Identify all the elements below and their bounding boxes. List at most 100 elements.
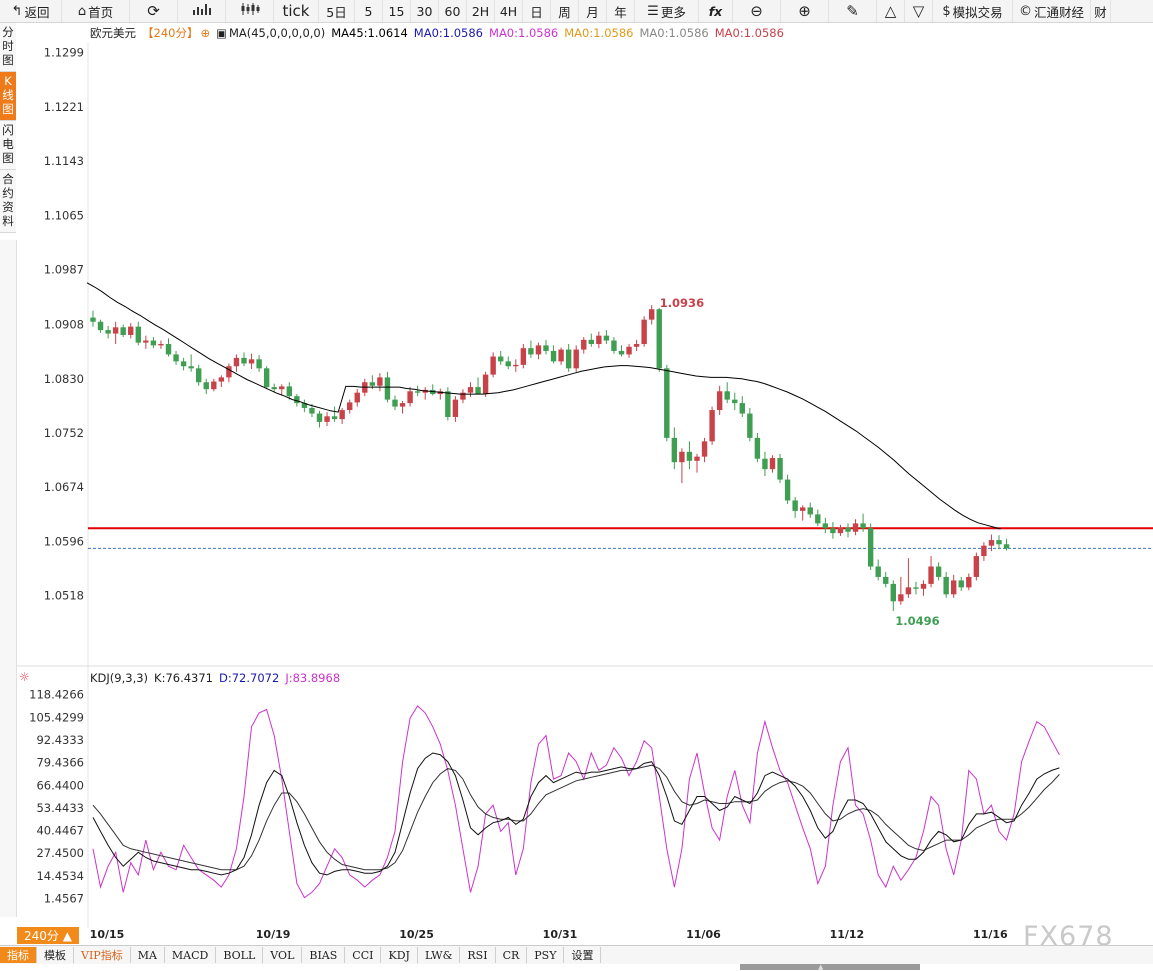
candle-body — [135, 326, 141, 343]
refresh-icon: ⟳ — [147, 2, 160, 20]
kdj-tab[interactable]: KDJ — [381, 947, 418, 963]
triangle-up-icon: △ — [884, 2, 897, 20]
candle-body — [815, 514, 821, 524]
candle-body — [377, 377, 383, 386]
candle-body — [739, 403, 745, 414]
ma-tab[interactable]: MA — [131, 947, 165, 963]
truncated-button[interactable]: 财 — [1091, 0, 1111, 22]
candle-body — [90, 317, 96, 322]
candle-body — [528, 348, 534, 355]
candle-body — [211, 381, 217, 390]
indicator-tab[interactable]: 指标 — [0, 947, 37, 963]
bias-tab[interactable]: BIAS — [302, 947, 346, 963]
settings-tab[interactable]: 设置 — [564, 947, 602, 963]
period-month[interactable]: 月 — [579, 0, 607, 22]
home-icon: ⌂ — [77, 3, 87, 19]
candle-body — [218, 377, 225, 382]
boll-tab[interactable]: BOLL — [216, 947, 264, 963]
cci-tab[interactable]: CCI — [345, 947, 382, 963]
candle-body — [498, 356, 504, 362]
down-triangle-button[interactable]: ▽ — [905, 0, 933, 22]
up-triangle-button[interactable]: △ — [877, 0, 905, 22]
candle-body — [452, 399, 459, 418]
back-button[interactable]: ↰ 返回 — [0, 0, 62, 22]
candle-body — [165, 344, 172, 355]
rsi-tab[interactable]: RSI — [460, 947, 496, 963]
refresh-button[interactable]: ⟳ — [130, 0, 178, 22]
candle-body — [596, 335, 602, 344]
tick-button[interactable]: tick — [274, 0, 319, 22]
period-year[interactable]: 年 — [607, 0, 635, 22]
cr-tab[interactable]: CR — [496, 947, 528, 963]
ma-settings-icon[interactable]: ▣ — [216, 26, 227, 40]
candle-body — [233, 357, 240, 367]
draw-button[interactable]: ✎ — [829, 0, 877, 22]
candle-body — [875, 566, 881, 577]
huitong-button[interactable]: © 汇通财经 — [1013, 0, 1091, 22]
date-tick-label: 11/12 — [830, 928, 865, 941]
date-tick-label: 10/31 — [543, 928, 578, 941]
period-5[interactable]: 5 — [355, 0, 383, 22]
candle-style-button[interactable] — [226, 0, 274, 22]
price-tick-label: 1.0987 — [44, 263, 84, 277]
candle-body — [173, 354, 179, 362]
template-tab[interactable]: 模板 — [37, 947, 74, 963]
logo-icon: © — [1019, 3, 1032, 19]
candle-body — [196, 368, 202, 383]
vol-tab[interactable]: VOL — [263, 947, 303, 963]
candle-body — [392, 399, 398, 407]
candle-body — [550, 350, 557, 362]
candle-body — [716, 391, 723, 411]
period-week[interactable]: 周 — [551, 0, 579, 22]
macd-tab[interactable]: MACD — [165, 947, 217, 963]
candle-body — [800, 507, 806, 511]
more-button[interactable]: ☰ 更多 — [635, 0, 699, 22]
kdj-tick-label: 14.4534 — [36, 869, 84, 883]
chart-type-button[interactable] — [178, 0, 226, 22]
candle-body — [686, 451, 693, 461]
horizontal-scrollbar[interactable] — [740, 964, 920, 970]
candle-body — [996, 540, 1002, 545]
candle-body — [520, 348, 527, 365]
chart-canvas[interactable]: 1.1299 1.1221 1.1143 1.1065 1.0987 1.0908 1.08… — [0, 23, 1153, 945]
candle-body — [513, 364, 519, 367]
candle-body — [384, 377, 391, 400]
candle-body — [347, 402, 353, 411]
zoom-in-button[interactable]: ⊕ — [781, 0, 829, 22]
period-30[interactable]: 30 — [411, 0, 439, 22]
candle-body — [762, 458, 768, 470]
candle-body — [935, 566, 942, 577]
candle-body — [158, 344, 164, 346]
period-2h[interactable]: 2H — [467, 0, 495, 22]
indicator-settings-icon[interactable]: ☼ — [19, 670, 30, 684]
vip-indicator-tab[interactable]: VIP指标 — [74, 947, 131, 963]
ma45-value: MA45:1.0614 — [331, 26, 408, 40]
candle-body — [414, 391, 421, 393]
candle-body — [747, 413, 753, 438]
period-15[interactable]: 15 — [383, 0, 411, 22]
home-button[interactable]: ⌂ 首页 — [62, 0, 130, 22]
period-5day[interactable]: 5日 — [319, 0, 355, 22]
candle-body — [226, 366, 232, 378]
date-tick-label: 11/06 — [686, 928, 721, 941]
zoom-in-icon: ⊕ — [798, 2, 811, 20]
formula-button[interactable]: fx — [699, 0, 733, 22]
candle-body — [883, 576, 889, 584]
period-day[interactable]: 日 — [523, 0, 551, 22]
candle-body — [898, 594, 904, 602]
kdj-d-line — [92, 764, 1060, 871]
plus-icon[interactable]: ⊕ — [200, 26, 210, 40]
candlestick-icon — [240, 2, 260, 20]
price-tick-label: 1.0752 — [44, 426, 84, 440]
bar-chart-icon — [192, 2, 211, 20]
psy-tab[interactable]: PSY — [527, 947, 565, 963]
period-60[interactable]: 60 — [439, 0, 467, 22]
zoom-out-button[interactable]: ⊖ — [733, 0, 781, 22]
candle-body — [951, 580, 957, 595]
ma0-value-5: MA0:1.0586 — [714, 26, 784, 40]
period-4h[interactable]: 4H — [495, 0, 523, 22]
sim-trade-button[interactable]: $ 模拟交易 — [933, 0, 1013, 22]
period-selector[interactable]: 240分 ▲ — [17, 927, 79, 944]
candle-body — [769, 458, 776, 470]
lw-tab[interactable]: LW& — [418, 947, 461, 963]
